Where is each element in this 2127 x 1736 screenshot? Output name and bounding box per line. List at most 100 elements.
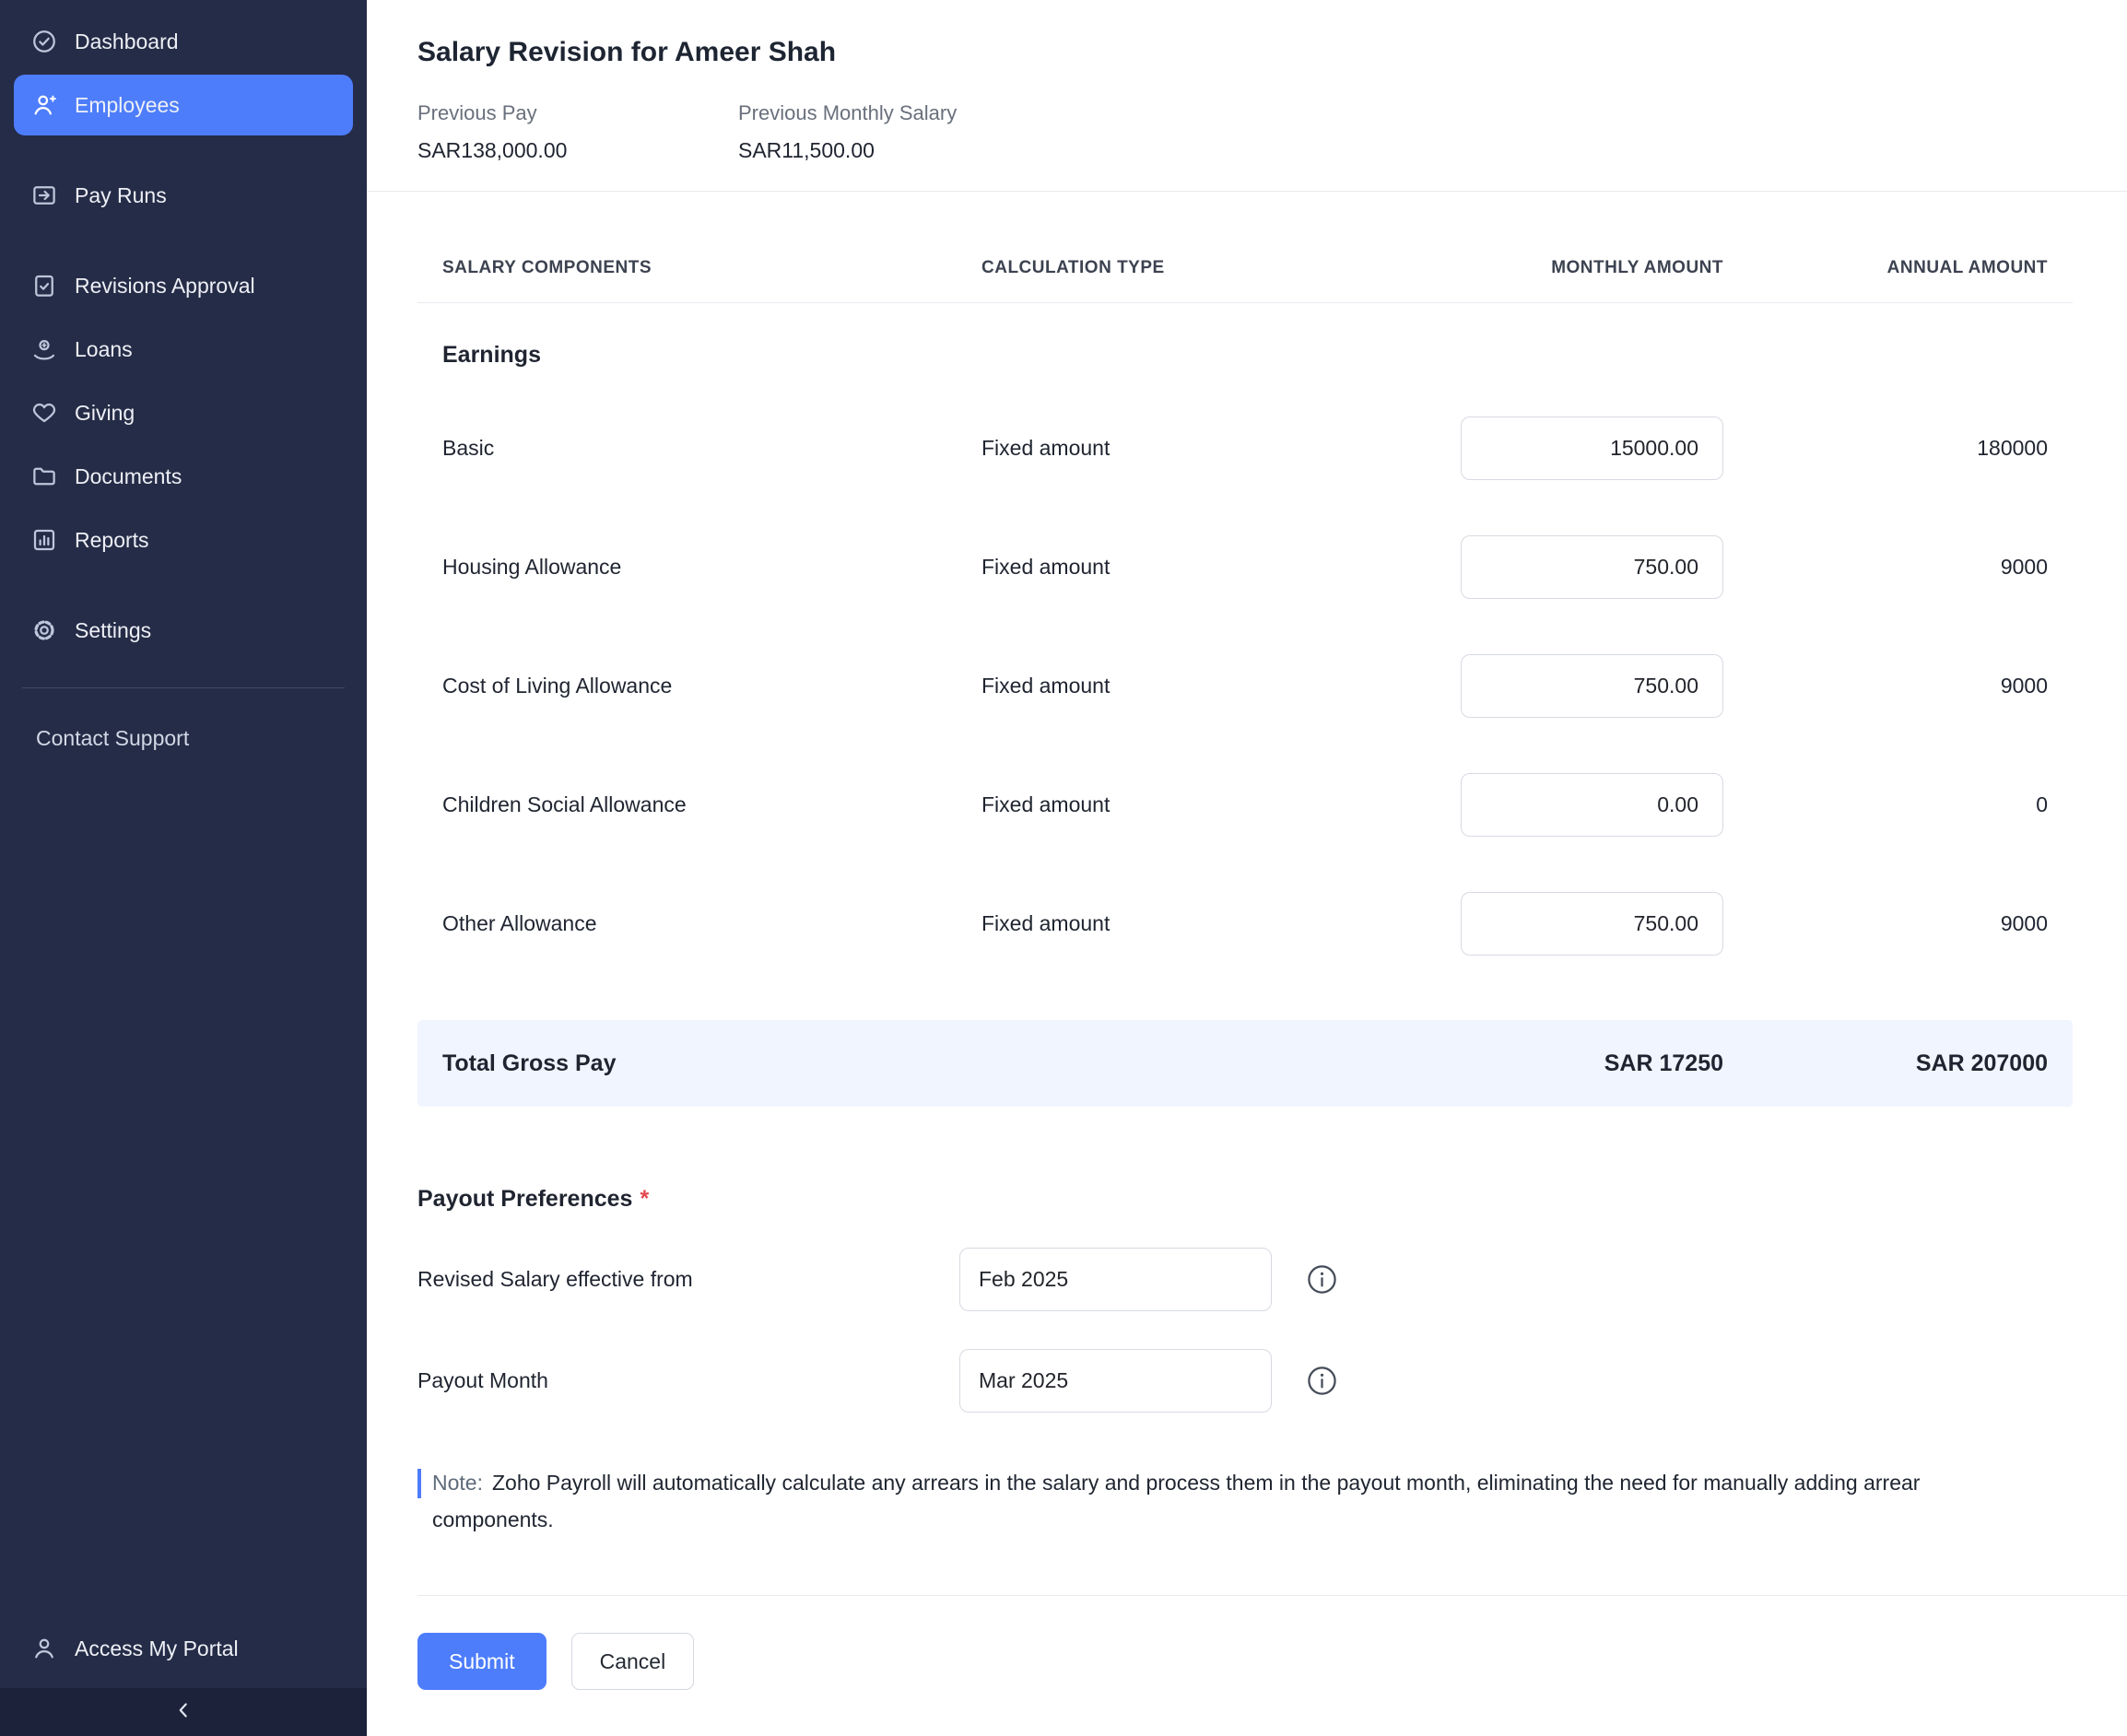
previous-pay-value: SAR138,000.00 — [417, 138, 738, 163]
previous-monthly-salary-value: SAR11,500.00 — [738, 138, 957, 163]
loans-icon — [29, 334, 59, 365]
note-text: Zoho Payroll will automatically calculat… — [432, 1471, 1920, 1531]
revised-salary-effective-from-row: Revised Salary effective from — [417, 1248, 2073, 1311]
sidebar-item-dashboard[interactable]: Dashboard — [14, 11, 353, 72]
earnings-section-title: Earnings — [442, 342, 2048, 369]
submit-button[interactable]: Submit — [417, 1633, 546, 1690]
monthly-amount-input[interactable] — [1461, 654, 1723, 718]
total-gross-pay-row: Total Gross Pay SAR 17250 SAR 207000 — [417, 1020, 2073, 1107]
table-row: Cost of Living Allowance Fixed amount 90… — [442, 654, 2048, 718]
sidebar-item-label: Pay Runs — [75, 183, 167, 208]
table-row: Children Social Allowance Fixed amount 0 — [442, 773, 2048, 837]
component-name: Children Social Allowance — [442, 792, 981, 817]
revised-salary-effective-from-label: Revised Salary effective from — [417, 1267, 959, 1292]
previous-pay-block: Previous Pay SAR138,000.00 — [417, 101, 738, 163]
annual-amount: 9000 — [1723, 555, 2048, 580]
sidebar-item-label: Loans — [75, 337, 133, 362]
contact-support-label: Contact Support — [36, 726, 189, 751]
sidebar-item-documents[interactable]: Documents — [14, 446, 353, 507]
column-header-calculation-type: CALCULATION TYPE — [981, 258, 1350, 278]
sidebar-item-settings[interactable]: Settings — [14, 600, 353, 661]
payout-month-row: Payout Month — [417, 1349, 2073, 1413]
table-row: Housing Allowance Fixed amount 9000 — [442, 535, 2048, 599]
dashboard-icon — [29, 27, 59, 57]
access-my-portal-link[interactable]: Access My Portal — [14, 1618, 353, 1679]
previous-pay-label: Previous Pay — [417, 101, 738, 125]
total-annual-amount: SAR 207000 — [1723, 1050, 2048, 1077]
calculation-type: Fixed amount — [981, 674, 1350, 698]
sidebar-item-label: Dashboard — [75, 29, 179, 54]
annual-amount: 9000 — [1723, 674, 2048, 698]
sidebar-item-loans[interactable]: Loans — [14, 319, 353, 380]
access-my-portal-label: Access My Portal — [75, 1636, 239, 1661]
monthly-amount-input[interactable] — [1461, 416, 1723, 480]
sidebar-item-reports[interactable]: Reports — [14, 510, 353, 570]
payout-month-input[interactable] — [959, 1349, 1272, 1413]
page-title: Salary Revision for Ameer Shah — [417, 37, 2073, 68]
page-header: Salary Revision for Ameer Shah Previous … — [367, 0, 2127, 192]
annual-amount: 180000 — [1723, 436, 2048, 461]
sidebar-item-revisions-approval[interactable]: Revisions Approval — [14, 255, 353, 316]
arrears-note: Note:Zoho Payroll will automatically cal… — [417, 1464, 1966, 1538]
note-label: Note: — [432, 1471, 483, 1495]
table-header-row: SALARY COMPONENTS CALCULATION TYPE MONTH… — [417, 192, 2073, 303]
sidebar-item-label: Documents — [75, 464, 182, 489]
total-monthly-amount: SAR 17250 — [1350, 1050, 1723, 1077]
sidebar-item-label: Giving — [75, 401, 135, 426]
sidebar-item-employees[interactable]: Employees — [14, 75, 353, 135]
sidebar-item-label: Settings — [75, 618, 151, 643]
previous-monthly-salary-label: Previous Monthly Salary — [738, 101, 957, 125]
component-name: Other Allowance — [442, 911, 981, 936]
monthly-amount-input[interactable] — [1461, 892, 1723, 956]
salary-table: SALARY COMPONENTS CALCULATION TYPE MONTH… — [367, 192, 2127, 1538]
sidebar-item-giving[interactable]: Giving — [14, 382, 353, 443]
employees-icon — [29, 90, 59, 121]
sidebar-item-label: Revisions Approval — [75, 274, 255, 299]
footer-divider — [417, 1595, 2127, 1596]
monthly-amount-input[interactable] — [1461, 773, 1723, 837]
cancel-button[interactable]: Cancel — [571, 1633, 695, 1690]
required-asterisk: * — [640, 1186, 649, 1212]
total-label: Total Gross Pay — [442, 1050, 981, 1077]
calculation-type: Fixed amount — [981, 436, 1350, 461]
contact-support-link[interactable]: Contact Support — [14, 710, 353, 766]
payout-preferences-heading: Payout Preferences * — [417, 1186, 2073, 1213]
portal-user-icon — [29, 1634, 59, 1664]
sidebar: Dashboard Employees Pay Runs Revisions A… — [0, 0, 367, 1736]
column-header-monthly-amount: MONTHLY AMOUNT — [1350, 258, 1723, 278]
sidebar-divider — [22, 687, 345, 688]
calculation-type: Fixed amount — [981, 555, 1350, 580]
sidebar-item-label: Employees — [75, 93, 180, 118]
sidebar-item-pay-runs[interactable]: Pay Runs — [14, 165, 353, 226]
pay-runs-icon — [29, 181, 59, 211]
info-icon[interactable] — [1307, 1264, 1337, 1295]
calculation-type: Fixed amount — [981, 911, 1350, 936]
revisions-approval-icon — [29, 271, 59, 301]
main-content: Salary Revision for Ameer Shah Previous … — [367, 0, 2127, 1736]
payout-preferences-title: Payout Preferences — [417, 1186, 632, 1212]
column-header-annual-amount: ANNUAL AMOUNT — [1723, 258, 2048, 278]
revised-salary-effective-from-input[interactable] — [959, 1248, 1272, 1311]
column-header-salary-components: SALARY COMPONENTS — [442, 258, 981, 278]
payout-month-label: Payout Month — [417, 1368, 959, 1393]
settings-icon — [29, 616, 59, 646]
monthly-amount-input[interactable] — [1461, 535, 1723, 599]
table-row: Other Allowance Fixed amount 9000 — [442, 892, 2048, 956]
action-buttons: Submit Cancel — [417, 1633, 2127, 1690]
component-name: Housing Allowance — [442, 555, 981, 580]
previous-monthly-salary-block: Previous Monthly Salary SAR11,500.00 — [738, 101, 957, 163]
table-row: Basic Fixed amount 180000 — [442, 416, 2048, 480]
sidebar-collapse-button[interactable] — [0, 1688, 367, 1736]
sidebar-nav: Dashboard Employees Pay Runs Revisions A… — [0, 0, 367, 663]
annual-amount: 9000 — [1723, 911, 2048, 936]
giving-icon — [29, 398, 59, 428]
annual-amount: 0 — [1723, 792, 2048, 817]
component-name: Basic — [442, 436, 981, 461]
calculation-type: Fixed amount — [981, 792, 1350, 817]
documents-icon — [29, 462, 59, 492]
chevron-left-icon — [171, 1698, 195, 1727]
sidebar-item-label: Reports — [75, 528, 149, 553]
component-name: Cost of Living Allowance — [442, 674, 981, 698]
reports-icon — [29, 525, 59, 556]
info-icon[interactable] — [1307, 1366, 1337, 1396]
